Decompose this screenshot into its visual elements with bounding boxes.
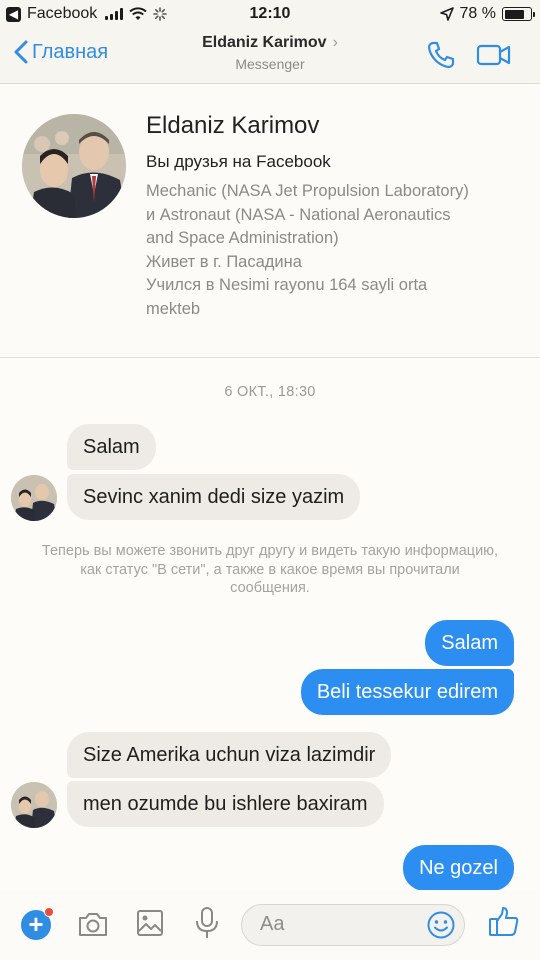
plus-glyph: + — [28, 909, 44, 939]
message-text: Salam — [83, 436, 140, 458]
notification-dot — [44, 907, 54, 917]
message-text: men ozumde bu ishlere baxiram — [83, 793, 368, 815]
battery-icon — [502, 7, 535, 21]
message-text: Salam — [441, 632, 498, 654]
thumbs-up-icon[interactable] — [488, 906, 520, 938]
message-bubble-incoming[interactable]: men ozumde bu ishlere baxiram — [67, 781, 384, 827]
video-call-icon[interactable] — [476, 42, 512, 68]
profile-education: Учился в Nesimi rayonu 164 sayli orta me… — [146, 276, 428, 318]
message-text: Size Amerika uchun viza lazimdir — [83, 744, 376, 766]
message-bubble-incoming[interactable]: Size Amerika uchun viza lazimdir — [67, 732, 392, 778]
sender-photo — [11, 475, 57, 521]
message-bubble-outgoing[interactable]: Salam — [425, 620, 514, 666]
status-bar-right: 78 % — [439, 5, 535, 23]
header-subtitle: Messenger — [235, 56, 305, 72]
message-text: Beli tessekur edirem — [316, 681, 498, 703]
system-notice: Теперь вы можете звонить друг другу и ви… — [41, 543, 499, 596]
location-icon — [439, 7, 454, 21]
plus-icon[interactable]: + — [21, 907, 54, 940]
profile-photo — [22, 114, 126, 218]
camera-icon[interactable] — [77, 910, 109, 938]
phone-call-icon[interactable] — [426, 40, 456, 70]
composer-bar: + — [0, 890, 540, 960]
friendship-status: Вы друзья на Facebook — [146, 152, 331, 171]
profile-card: Eldaniz Karimov Вы друзья на Facebook Me… — [0, 84, 540, 358]
message-input-box[interactable] — [241, 904, 465, 946]
message-text: Sevinc xanim dedi size yazim — [83, 486, 345, 508]
chevron-right-icon: › — [332, 34, 338, 51]
microphone-icon[interactable] — [194, 906, 220, 940]
profile-location: Живет в г. Пасадина — [146, 252, 302, 271]
sender-avatar[interactable] — [11, 475, 57, 521]
emoji-icon[interactable] — [426, 910, 456, 940]
profile-details: Mechanic (NASA Jet Propulsion Laboratory… — [146, 180, 526, 321]
profile-avatar[interactable] — [22, 114, 126, 218]
profile-name: Eldaniz Karimov — [146, 112, 320, 139]
message-text: Ne gozel — [419, 857, 498, 879]
message-bubble-incoming[interactable]: Salam — [67, 424, 156, 470]
battery-fill — [504, 9, 524, 19]
profile-work: Mechanic (NASA Jet Propulsion Laboratory… — [146, 182, 469, 247]
image-icon[interactable] — [136, 909, 164, 937]
battery-percent: 78 % — [459, 5, 496, 22]
message-bubble-outgoing[interactable]: Beli tessekur edirem — [300, 669, 514, 715]
message-input[interactable] — [260, 913, 420, 936]
sender-avatar[interactable] — [11, 782, 57, 828]
conversation-timestamp: 6 ОКТ., 18:30 — [224, 384, 316, 400]
message-bubble-outgoing[interactable]: Ne gozel — [403, 845, 514, 891]
conversation-header: Главная Eldaniz Karimov › Messenger — [0, 30, 540, 84]
message-bubble-incoming[interactable]: Sevinc xanim dedi size yazim — [67, 474, 361, 520]
sender-photo — [11, 782, 57, 828]
contact-title-name[interactable]: Eldaniz Karimov — [202, 34, 326, 51]
status-bar: ◀ Facebook 12:10 78 % — [0, 0, 540, 30]
contact-title[interactable]: Eldaniz Karimov › — [0, 34, 540, 52]
